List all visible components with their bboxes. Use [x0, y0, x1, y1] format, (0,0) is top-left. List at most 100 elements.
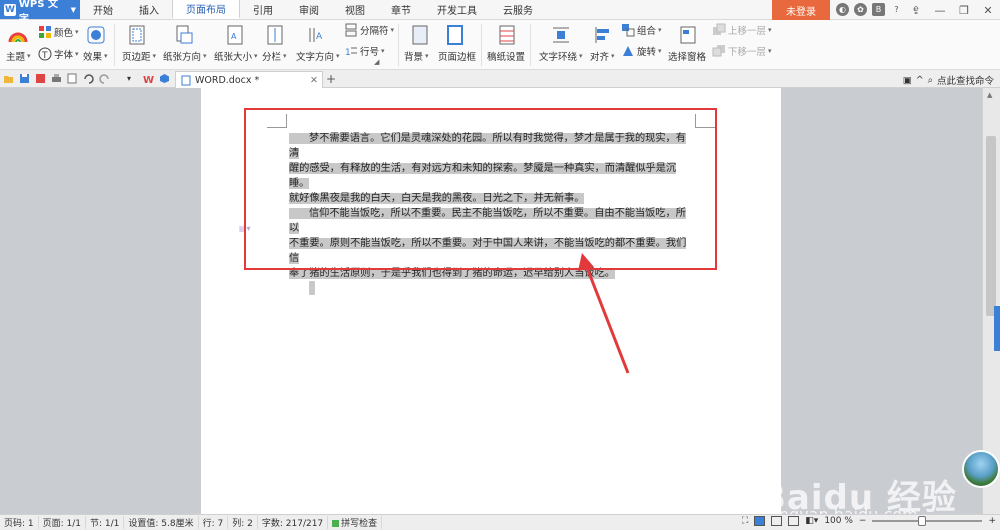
scroll-up-icon[interactable]: ▲ — [987, 91, 992, 99]
rotate-button[interactable]: 旋转 ▾ — [621, 44, 662, 58]
line-numbers-icon: 1 — [344, 44, 358, 58]
cube-icon[interactable] — [159, 73, 170, 84]
ribbon-separator — [481, 24, 482, 66]
wps-w-icon[interactable]: W — [143, 73, 154, 84]
orientation-button[interactable]: 纸张方向 ▾ — [163, 49, 207, 63]
breaks-icon — [344, 23, 358, 37]
paper-size-icon[interactable]: A — [226, 25, 246, 45]
status-word-count[interactable]: 字数: 217/217 — [258, 516, 329, 529]
save-icon[interactable] — [19, 73, 30, 84]
redo-icon[interactable] — [99, 73, 110, 84]
page-border-button[interactable]: 页面边框 — [438, 49, 476, 63]
background-button[interactable]: 背景 ▾ — [404, 49, 429, 63]
align-icon[interactable] — [594, 25, 614, 45]
tab-8[interactable]: 云服务 — [490, 0, 546, 19]
text-direction-button[interactable]: 文字方向 ▾ — [296, 49, 340, 63]
send-backward-button[interactable]: 下移一层 ▾ — [712, 44, 772, 58]
help-icon[interactable]: ? — [890, 3, 903, 16]
close-tab-icon[interactable]: ✕ — [310, 75, 318, 86]
scrollbar-thumb[interactable] — [986, 136, 996, 316]
effect-icon[interactable] — [87, 26, 107, 46]
document-icon — [181, 75, 191, 85]
text-direction-icon[interactable]: A — [306, 25, 326, 45]
undo-icon[interactable] — [83, 73, 94, 84]
background-icon[interactable] — [411, 25, 431, 45]
effect-button[interactable]: 效果 ▾ — [83, 49, 108, 63]
spell-check-button[interactable]: 拼写检查 — [328, 516, 383, 529]
tab-2[interactable]: 页面布局 — [172, 0, 240, 19]
new-tab-icon[interactable]: + — [326, 72, 336, 86]
feedback-icon[interactable]: ▣ — [903, 75, 912, 86]
print-preview-icon[interactable] — [67, 73, 78, 84]
maximize-icon[interactable]: ❐ — [952, 0, 976, 20]
text-wrap-button[interactable]: 文字环绕 ▾ — [539, 49, 583, 63]
paper-size-button[interactable]: 纸张大小 ▾ — [214, 49, 258, 63]
manuscript-button[interactable]: 稿纸设置 — [487, 49, 525, 63]
manuscript-icon[interactable] — [498, 25, 518, 45]
settings-icon[interactable]: ✿ — [854, 3, 867, 16]
svg-text:W: W — [143, 75, 154, 84]
page-setup-launcher[interactable]: ◢ — [374, 58, 379, 66]
orientation-icon[interactable] — [175, 25, 195, 45]
restore-ribbon-icon[interactable]: ⇪ — [904, 0, 928, 20]
skin-icon[interactable]: ◐ — [836, 3, 849, 16]
reading-mode-icon[interactable]: ◧▾ — [805, 516, 818, 526]
quick-access-bar: ▾ W WORD.docx * ✕ + ▣ ^ ⌕ 点此查找命令 — [0, 70, 1000, 88]
app-menu-button[interactable]: W WPS 文字 ▼ — [0, 0, 80, 25]
margins-button[interactable]: 页边距 ▾ — [122, 49, 156, 63]
tab-3[interactable]: 引用 — [240, 0, 286, 19]
selection-pane-icon[interactable] — [679, 25, 699, 45]
text-wrap-icon[interactable] — [552, 25, 572, 45]
zoom-value[interactable]: 100 % — [824, 516, 853, 526]
breaks-button[interactable]: 分隔符 ▾ — [344, 23, 394, 37]
page-view-icon[interactable] — [754, 516, 766, 526]
outline-view-icon[interactable] — [771, 516, 783, 526]
theme-button[interactable]: 主题 ▾ — [6, 49, 31, 63]
baidu-watermark: Baidu 经验 jingyan.baidu.com — [760, 430, 960, 524]
web-view-icon[interactable] — [788, 516, 800, 526]
align-button[interactable]: 对齐 ▾ — [590, 49, 615, 63]
columns-icon[interactable] — [266, 25, 286, 45]
theme-label: 主题 — [6, 52, 26, 63]
collapse-icon[interactable]: ^ — [916, 75, 924, 86]
tab-5[interactable]: 视图 — [332, 0, 378, 19]
zoom-slider-knob[interactable] — [917, 516, 926, 526]
side-panel-tab[interactable] — [994, 306, 1000, 351]
close-icon[interactable]: ✕ — [976, 0, 1000, 20]
share-icon[interactable]: B — [872, 3, 885, 16]
bring-forward-button[interactable]: 上移一层 ▾ — [712, 23, 772, 37]
tab-7[interactable]: 开发工具 — [424, 0, 490, 19]
zoom-out-icon[interactable]: − — [859, 516, 867, 526]
minimize-icon[interactable]: — — [928, 0, 952, 20]
zoom-in-icon[interactable]: + — [988, 516, 996, 526]
color-icon — [38, 25, 52, 39]
text-direction-label: 文字方向 — [296, 52, 335, 63]
tab-1[interactable]: 插入 — [126, 0, 172, 19]
theme-icon[interactable] — [8, 26, 28, 46]
login-button[interactable]: 未登录 — [772, 0, 830, 20]
command-search[interactable]: ▣ ^ ⌕ 点此查找命令 — [903, 73, 994, 88]
fullscreen-icon[interactable]: ⛶ — [742, 516, 748, 526]
caret-down-icon: ▼ — [70, 5, 76, 14]
tab-6[interactable]: 章节 — [378, 0, 424, 19]
page-border-icon[interactable] — [446, 25, 466, 45]
search-icon: ⌕ — [927, 74, 933, 86]
chevron-down-icon[interactable]: ▾ — [127, 73, 138, 84]
avatar[interactable] — [962, 450, 1000, 488]
zoom-slider[interactable] — [872, 516, 983, 526]
selection-pane-button[interactable]: 选择窗格 — [668, 49, 706, 63]
columns-button[interactable]: 分栏 ▾ — [262, 49, 287, 63]
print-icon[interactable] — [51, 73, 62, 84]
document-tab[interactable]: WORD.docx * ✕ — [175, 71, 323, 88]
open-icon[interactable] — [3, 73, 14, 84]
group-button[interactable]: 组合 ▾ — [621, 23, 662, 37]
color-button[interactable]: 颜色 ▾ — [38, 25, 79, 39]
ribbon: 主题 ▾ 颜色 ▾ T 字体 ▾ 效果 ▾ 页边距 ▾ 纸张方向 ▾ A 纸张大小 ▾ 分栏 ▾… — [0, 20, 1000, 70]
margins-icon[interactable] — [128, 25, 148, 45]
tab-4[interactable]: 审阅 — [286, 0, 332, 19]
export-pdf-icon[interactable] — [35, 73, 46, 84]
font-button[interactable]: T 字体 ▾ — [38, 47, 79, 61]
line-numbers-button[interactable]: 1 行号 ▾ — [344, 44, 385, 58]
color-label: 颜色 — [54, 28, 74, 39]
tab-0[interactable]: 开始 — [80, 0, 126, 19]
